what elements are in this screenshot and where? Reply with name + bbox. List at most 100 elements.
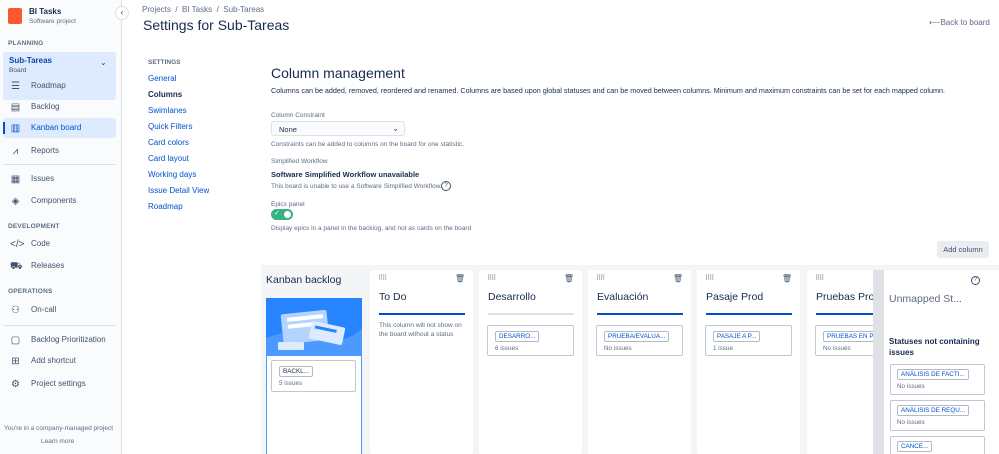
back-to-board-label: Back to board: [940, 18, 990, 27]
app-icon: ▢: [10, 335, 21, 346]
status-card[interactable]: BACKL... 5 issues: [271, 360, 356, 392]
add-column-button[interactable]: Add column: [937, 241, 989, 258]
settings-nav-working-days[interactable]: Working days: [148, 170, 196, 179]
column-title[interactable]: Pruebas Prod: [816, 291, 877, 303]
gear-icon: ⚙: [11, 379, 20, 390]
sidebar-item-project-settings[interactable]: ⚙ Project settings: [3, 374, 116, 394]
column-divider: [816, 313, 877, 315]
chevron-down-icon: ⌄: [392, 124, 399, 133]
drag-handle-icon[interactable]: ⠿⠿: [596, 274, 605, 282]
unmapped-status-card[interactable]: CANCE...: [890, 436, 985, 454]
status-lozenge[interactable]: ANÁLISIS DE REQU...: [897, 405, 970, 416]
issue-count: No issues: [897, 419, 925, 426]
column-pruebas-prod[interactable]: ⠿⠿ Pruebas Prod PRUEBAS EN P... No issues: [807, 270, 877, 454]
breadcrumb-item[interactable]: Projects: [142, 5, 171, 14]
status-lozenge[interactable]: DESARRO...: [495, 331, 540, 342]
drag-handle-icon[interactable]: ⠿⠿: [705, 274, 714, 282]
drag-handle-icon[interactable]: ⠿⠿: [815, 274, 824, 282]
column-divider: [488, 313, 574, 315]
unmapped-status-card[interactable]: ANÁLISIS DE REQU... No issues: [890, 400, 985, 431]
constraint-value: None: [279, 125, 297, 134]
sidebar-item-backlog-prioritization[interactable]: ▢ Backlog Prioritization: [3, 330, 116, 350]
workflow-title: Software Simplified Workflow unavailable: [271, 170, 420, 179]
question-icon[interactable]: ?: [441, 181, 451, 191]
sidebar-item-components[interactable]: ◈ Components: [3, 191, 116, 211]
column-title[interactable]: Desarrollo: [488, 291, 536, 303]
column-divider: [379, 313, 465, 315]
components-icon: ◈: [11, 196, 20, 207]
sidebar-item-reports[interactable]: ⩘ Reports: [3, 141, 116, 161]
settings-nav-columns[interactable]: Columns: [148, 90, 182, 99]
project-name[interactable]: BI Tasks: [29, 7, 61, 16]
settings-nav-quick-filters[interactable]: Quick Filters: [148, 122, 192, 131]
constraint-label: Column Constraint: [271, 112, 325, 119]
status-card[interactable]: PRUEBAS EN P... No issues: [815, 325, 877, 356]
trash-icon[interactable]: 🗑: [455, 274, 465, 283]
column-evaluacion[interactable]: ⠿⠿ 🗑 Evaluación PRUEBA/EVALUA... No issue…: [588, 270, 691, 454]
status-lozenge[interactable]: PRUEBA/EVALUA...: [604, 331, 670, 342]
column-constraint-select[interactable]: None ⌄: [271, 121, 405, 136]
settings-nav-card-layout[interactable]: Card layout: [148, 154, 189, 163]
column-title[interactable]: Evaluación: [597, 291, 648, 303]
issue-count: 1 issue: [713, 345, 733, 352]
sidebar-item-releases[interactable]: ⛟ Releases: [3, 256, 116, 276]
back-to-board-link[interactable]: ⟵Back to board: [929, 18, 990, 27]
breadcrumb-item[interactable]: BI Tasks: [182, 5, 212, 14]
sidebar-item-issues[interactable]: ▦ Issues: [3, 169, 116, 189]
trash-icon[interactable]: 🗑: [673, 274, 683, 283]
collapse-sidebar-button[interactable]: ‹: [115, 6, 129, 20]
roadmap-icon: ☰: [11, 81, 20, 92]
section-description: Columns can be added, removed, reordered…: [271, 86, 946, 95]
epics-help: Display epics in a panel in the backlog,…: [271, 225, 472, 232]
column-pasaje-prod[interactable]: ⠿⠿ 🗑 Pasaje Prod PASAJE A P... 1 issue: [697, 270, 800, 454]
status-lozenge[interactable]: PRUEBAS EN P...: [823, 331, 877, 342]
development-heading: DEVELOPMENT: [8, 223, 60, 230]
sidebar-item-roadmap[interactable]: ☰ Roadmap: [3, 76, 116, 96]
drag-handle-icon[interactable]: ⠿⠿: [487, 274, 496, 282]
unmapped-status-card[interactable]: ANÁLISIS DE FACTI... No issues: [890, 364, 985, 395]
column-desarrollo[interactable]: ⠿⠿ 🗑 Desarrollo DESARRO... 6 issues: [479, 270, 582, 454]
arrow-left-icon: ⟵: [929, 18, 941, 27]
project-avatar-icon[interactable]: [8, 8, 22, 24]
status-lozenge[interactable]: CANCE...: [897, 441, 933, 452]
sidebar-item-label: Backlog Prioritization: [31, 335, 106, 344]
reports-icon: ⩘: [12, 146, 19, 157]
column-title[interactable]: Pasaje Prod: [706, 291, 763, 303]
status-card[interactable]: PASAJE A P... 1 issue: [705, 325, 792, 356]
epics-panel-toggle[interactable]: ✓: [271, 209, 293, 220]
sidebar-item-label: On-call: [31, 305, 57, 314]
drag-handle-icon[interactable]: ⠿⠿: [378, 274, 387, 282]
settings-nav-issue-detail-view[interactable]: Issue Detail View: [148, 186, 209, 195]
issue-count: No issues: [823, 345, 851, 352]
learn-more-link[interactable]: Learn more: [41, 438, 74, 445]
breadcrumb-item[interactable]: Sub-Tareas: [223, 5, 264, 14]
status-lozenge[interactable]: ANÁLISIS DE FACTI...: [897, 369, 969, 380]
sidebar-item-label: Code: [31, 239, 51, 248]
status-lozenge[interactable]: PASAJE A P...: [713, 331, 761, 342]
column-title[interactable]: To Do: [379, 291, 406, 303]
status-card[interactable]: PRUEBA/EVALUA... No issues: [596, 325, 683, 356]
trash-icon[interactable]: 🗑: [782, 274, 792, 283]
settings-nav-general[interactable]: General: [148, 74, 176, 83]
status-lozenge[interactable]: BACKL...: [279, 366, 313, 377]
project-type-note: You're in a company-managed project: [4, 425, 114, 432]
sidebar-item-add-shortcut[interactable]: ⊞ Add shortcut: [3, 351, 116, 371]
settings-nav-card-colors[interactable]: Card colors: [148, 138, 189, 147]
settings-nav-roadmap[interactable]: Roadmap: [148, 202, 183, 211]
sidebar-item-kanban-board[interactable]: ▥ Kanban board: [3, 118, 116, 138]
question-icon[interactable]: ?: [971, 276, 980, 285]
column-to-do[interactable]: ⠿⠿ 🗑 To Do This column will not show on …: [370, 270, 473, 454]
workflow-help: This board is unable to use a Software S…: [271, 183, 442, 190]
sidebar-item-code[interactable]: </> Code: [3, 234, 116, 254]
divider: [3, 325, 116, 326]
settings-nav-swimlanes[interactable]: Swimlanes: [148, 106, 187, 115]
sidebar-item-label: Roadmap: [31, 81, 66, 90]
chevron-down-icon[interactable]: ⌄: [100, 58, 107, 67]
sidebar-item-backlog[interactable]: ▤ Backlog: [3, 97, 116, 117]
sidebar-item-label: Reports: [31, 146, 60, 155]
sidebar-item-on-call[interactable]: ⚇ On-call: [3, 300, 116, 320]
board-name[interactable]: Sub-Tareas: [9, 56, 52, 65]
status-card[interactable]: DESARRO... 6 issues: [487, 325, 574, 356]
sidebar-item-label: Backlog: [31, 102, 60, 111]
trash-icon[interactable]: 🗑: [564, 274, 574, 283]
